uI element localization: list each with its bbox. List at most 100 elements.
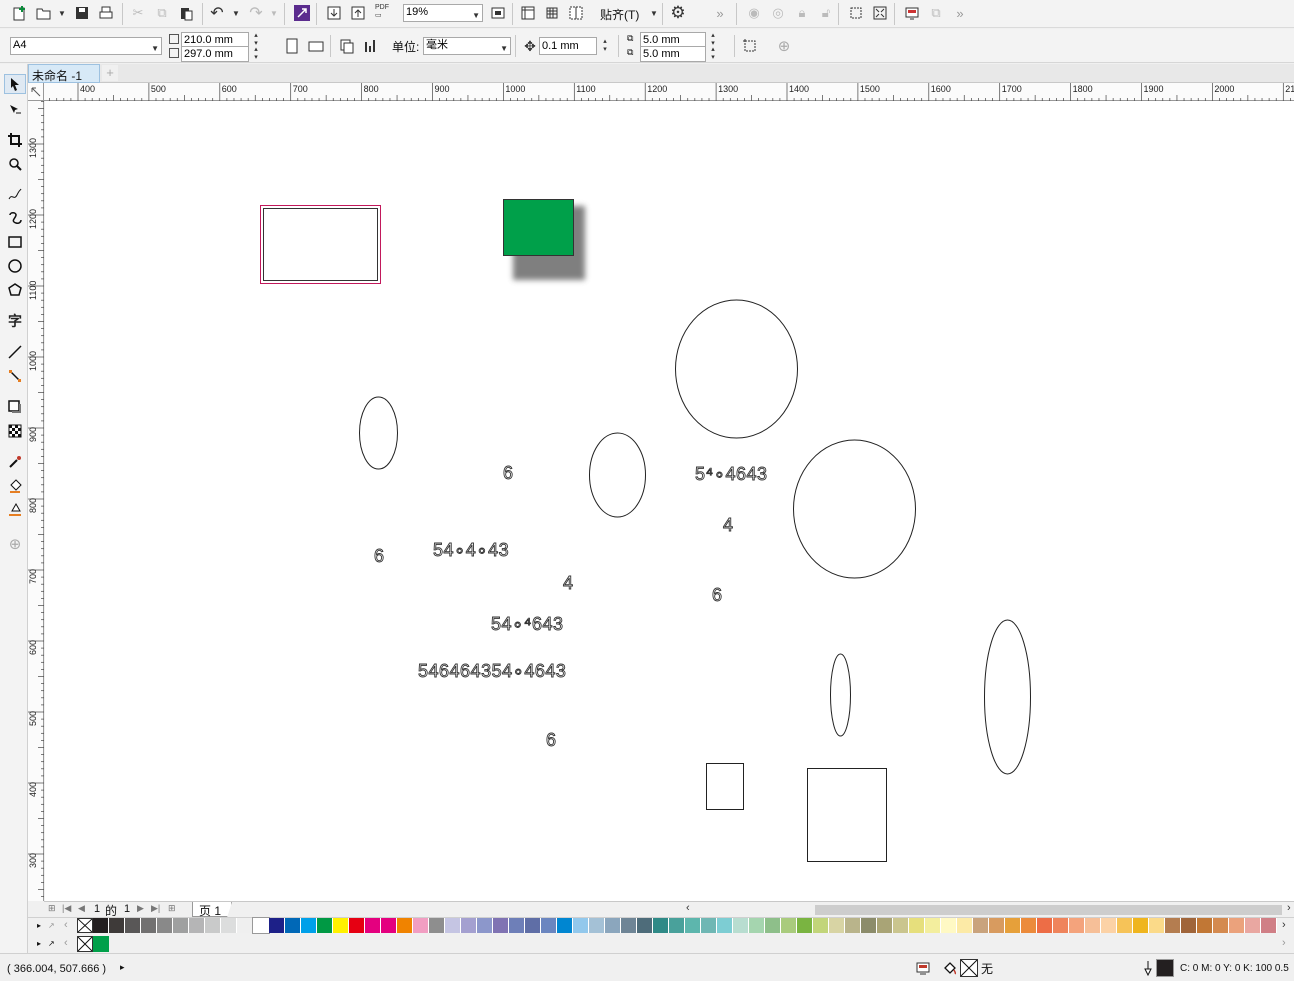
copy-icon[interactable]: ⧉ bbox=[152, 3, 172, 23]
color-swatch[interactable] bbox=[429, 918, 445, 933]
color-swatch[interactable] bbox=[573, 918, 589, 933]
color-swatch[interactable] bbox=[445, 918, 461, 933]
color-swatch[interactable] bbox=[1053, 918, 1069, 933]
screen-preview-icon[interactable] bbox=[902, 3, 922, 23]
ellipse-tool-icon[interactable] bbox=[4, 256, 26, 276]
color-swatch[interactable] bbox=[685, 918, 701, 933]
treat-as-filled-icon[interactable] bbox=[740, 36, 760, 56]
ruler-origin[interactable] bbox=[28, 83, 44, 101]
color-swatch[interactable] bbox=[861, 918, 877, 933]
palette-menu-chevron-icon[interactable]: ▸ bbox=[37, 921, 41, 930]
document-no-color-swatch[interactable] bbox=[77, 936, 93, 952]
lock-object-icon[interactable]: 🔒︎ bbox=[792, 3, 812, 23]
fill-bucket-icon[interactable] bbox=[942, 960, 958, 979]
outline-pen-icon[interactable] bbox=[1142, 960, 1154, 979]
color-swatch[interactable] bbox=[717, 918, 733, 933]
crop-tool-icon[interactable] bbox=[4, 130, 26, 150]
color-swatch[interactable] bbox=[317, 918, 333, 933]
color-swatch[interactable] bbox=[877, 918, 893, 933]
shape-tool-icon[interactable] bbox=[4, 100, 26, 120]
color-swatch[interactable] bbox=[1197, 918, 1213, 933]
paste-icon[interactable] bbox=[176, 3, 196, 23]
color-swatch[interactable] bbox=[397, 918, 413, 933]
rectangle-small[interactable] bbox=[706, 763, 744, 810]
corel-connect-icon[interactable] bbox=[292, 3, 312, 23]
color-proofing-icon[interactable] bbox=[916, 961, 930, 978]
zoom-tool-icon[interactable] bbox=[4, 154, 26, 174]
current-page-icon[interactable] bbox=[361, 36, 381, 56]
color-swatch[interactable] bbox=[1213, 918, 1229, 933]
color-swatch[interactable] bbox=[973, 918, 989, 933]
color-swatch[interactable] bbox=[109, 918, 125, 933]
canvas-text[interactable]: 54∘4∘43 bbox=[433, 540, 509, 561]
color-swatch[interactable] bbox=[669, 918, 685, 933]
nudge-spinner[interactable]: ▴ ▾ bbox=[600, 38, 610, 54]
undo-icon[interactable]: ↶ bbox=[207, 3, 227, 23]
color-swatch[interactable] bbox=[605, 918, 621, 933]
document-tab[interactable]: 未命名 -1 bbox=[28, 64, 100, 83]
connector-tool-icon[interactable] bbox=[4, 366, 26, 386]
import-icon[interactable] bbox=[324, 3, 344, 23]
color-swatch[interactable] bbox=[141, 918, 157, 933]
options-gear-icon[interactable]: ⚙ bbox=[668, 3, 688, 23]
palette-edit-icon[interactable]: ↗ bbox=[48, 921, 55, 930]
palette-scroll-left-icon[interactable]: ‹ bbox=[64, 919, 68, 931]
unlock-object-icon[interactable]: 🔓︎ bbox=[816, 3, 836, 23]
ellipse-small-1[interactable] bbox=[359, 396, 398, 470]
color-swatch[interactable] bbox=[653, 918, 669, 933]
color-swatch[interactable] bbox=[269, 918, 285, 933]
palette-scroll-right-icon[interactable]: › bbox=[1282, 919, 1286, 931]
canvas-text[interactable]: 6 bbox=[546, 730, 557, 751]
color-swatch[interactable] bbox=[205, 918, 221, 933]
color-swatch[interactable] bbox=[157, 918, 173, 933]
color-swatch[interactable] bbox=[989, 918, 1005, 933]
color-swatch[interactable] bbox=[301, 918, 317, 933]
export-icon[interactable] bbox=[348, 3, 368, 23]
no-color-swatch[interactable] bbox=[77, 918, 93, 933]
color-swatch[interactable] bbox=[1085, 918, 1101, 933]
color-swatch[interactable] bbox=[1181, 918, 1197, 933]
color-swatch[interactable] bbox=[509, 918, 525, 933]
transparency-tool-icon[interactable] bbox=[4, 421, 26, 441]
color-swatch[interactable] bbox=[477, 918, 493, 933]
toolbar-overflow-2-chevron-icon[interactable]: » bbox=[950, 3, 970, 23]
horizontal-scrollbar-thumb[interactable] bbox=[815, 905, 1282, 915]
page-tab[interactable]: 页 1 bbox=[192, 902, 232, 917]
ellipse-thin-1[interactable] bbox=[830, 653, 851, 737]
snap-to-menu[interactable]: 贴齐(T) bbox=[600, 6, 639, 23]
color-swatch[interactable] bbox=[365, 918, 381, 933]
color-swatch[interactable] bbox=[925, 918, 941, 933]
show-guidelines-icon[interactable] bbox=[566, 3, 586, 23]
color-swatch[interactable] bbox=[621, 918, 637, 933]
color-swatch[interactable] bbox=[252, 917, 270, 934]
color-swatch[interactable] bbox=[1229, 918, 1245, 933]
color-swatch[interactable] bbox=[1101, 918, 1117, 933]
color-swatch[interactable] bbox=[1069, 918, 1085, 933]
color-swatch[interactable] bbox=[957, 918, 973, 933]
color-swatch[interactable] bbox=[189, 918, 205, 933]
color-swatch[interactable] bbox=[893, 918, 909, 933]
color-swatch[interactable] bbox=[93, 918, 109, 933]
color-swatch[interactable] bbox=[493, 918, 509, 933]
ellipse-large-2[interactable] bbox=[793, 439, 916, 579]
page-height-spinner[interactable]: ▴ ▾ bbox=[251, 46, 261, 62]
ellipse-large-1[interactable] bbox=[675, 299, 798, 439]
document-palette-scroll-right-icon[interactable]: › bbox=[1282, 937, 1286, 949]
color-swatch[interactable] bbox=[589, 918, 605, 933]
all-pages-icon[interactable] bbox=[337, 36, 357, 56]
hide-object-icon[interactable]: ◉ bbox=[744, 3, 764, 23]
undo-dropdown-chevron-icon[interactable]: ▼ bbox=[226, 3, 246, 23]
color-swatch[interactable] bbox=[749, 918, 765, 933]
canvas-text[interactable]: 6 bbox=[503, 463, 514, 484]
document-palette-edit-icon[interactable]: ↗ bbox=[48, 939, 55, 948]
color-swatch[interactable] bbox=[125, 918, 141, 933]
outline-color-swatch[interactable] bbox=[1156, 959, 1174, 977]
scroll-right-chevron-icon[interactable]: › bbox=[1287, 902, 1291, 914]
fill-none-swatch[interactable] bbox=[960, 959, 978, 977]
color-swatch[interactable] bbox=[237, 918, 253, 933]
color-swatch[interactable] bbox=[1021, 918, 1037, 933]
color-swatch[interactable] bbox=[413, 918, 429, 933]
color-swatch[interactable] bbox=[1245, 918, 1261, 933]
canvas-text[interactable]: 546464354∘4643 bbox=[418, 661, 567, 682]
show-rulers-icon[interactable] bbox=[518, 3, 538, 23]
